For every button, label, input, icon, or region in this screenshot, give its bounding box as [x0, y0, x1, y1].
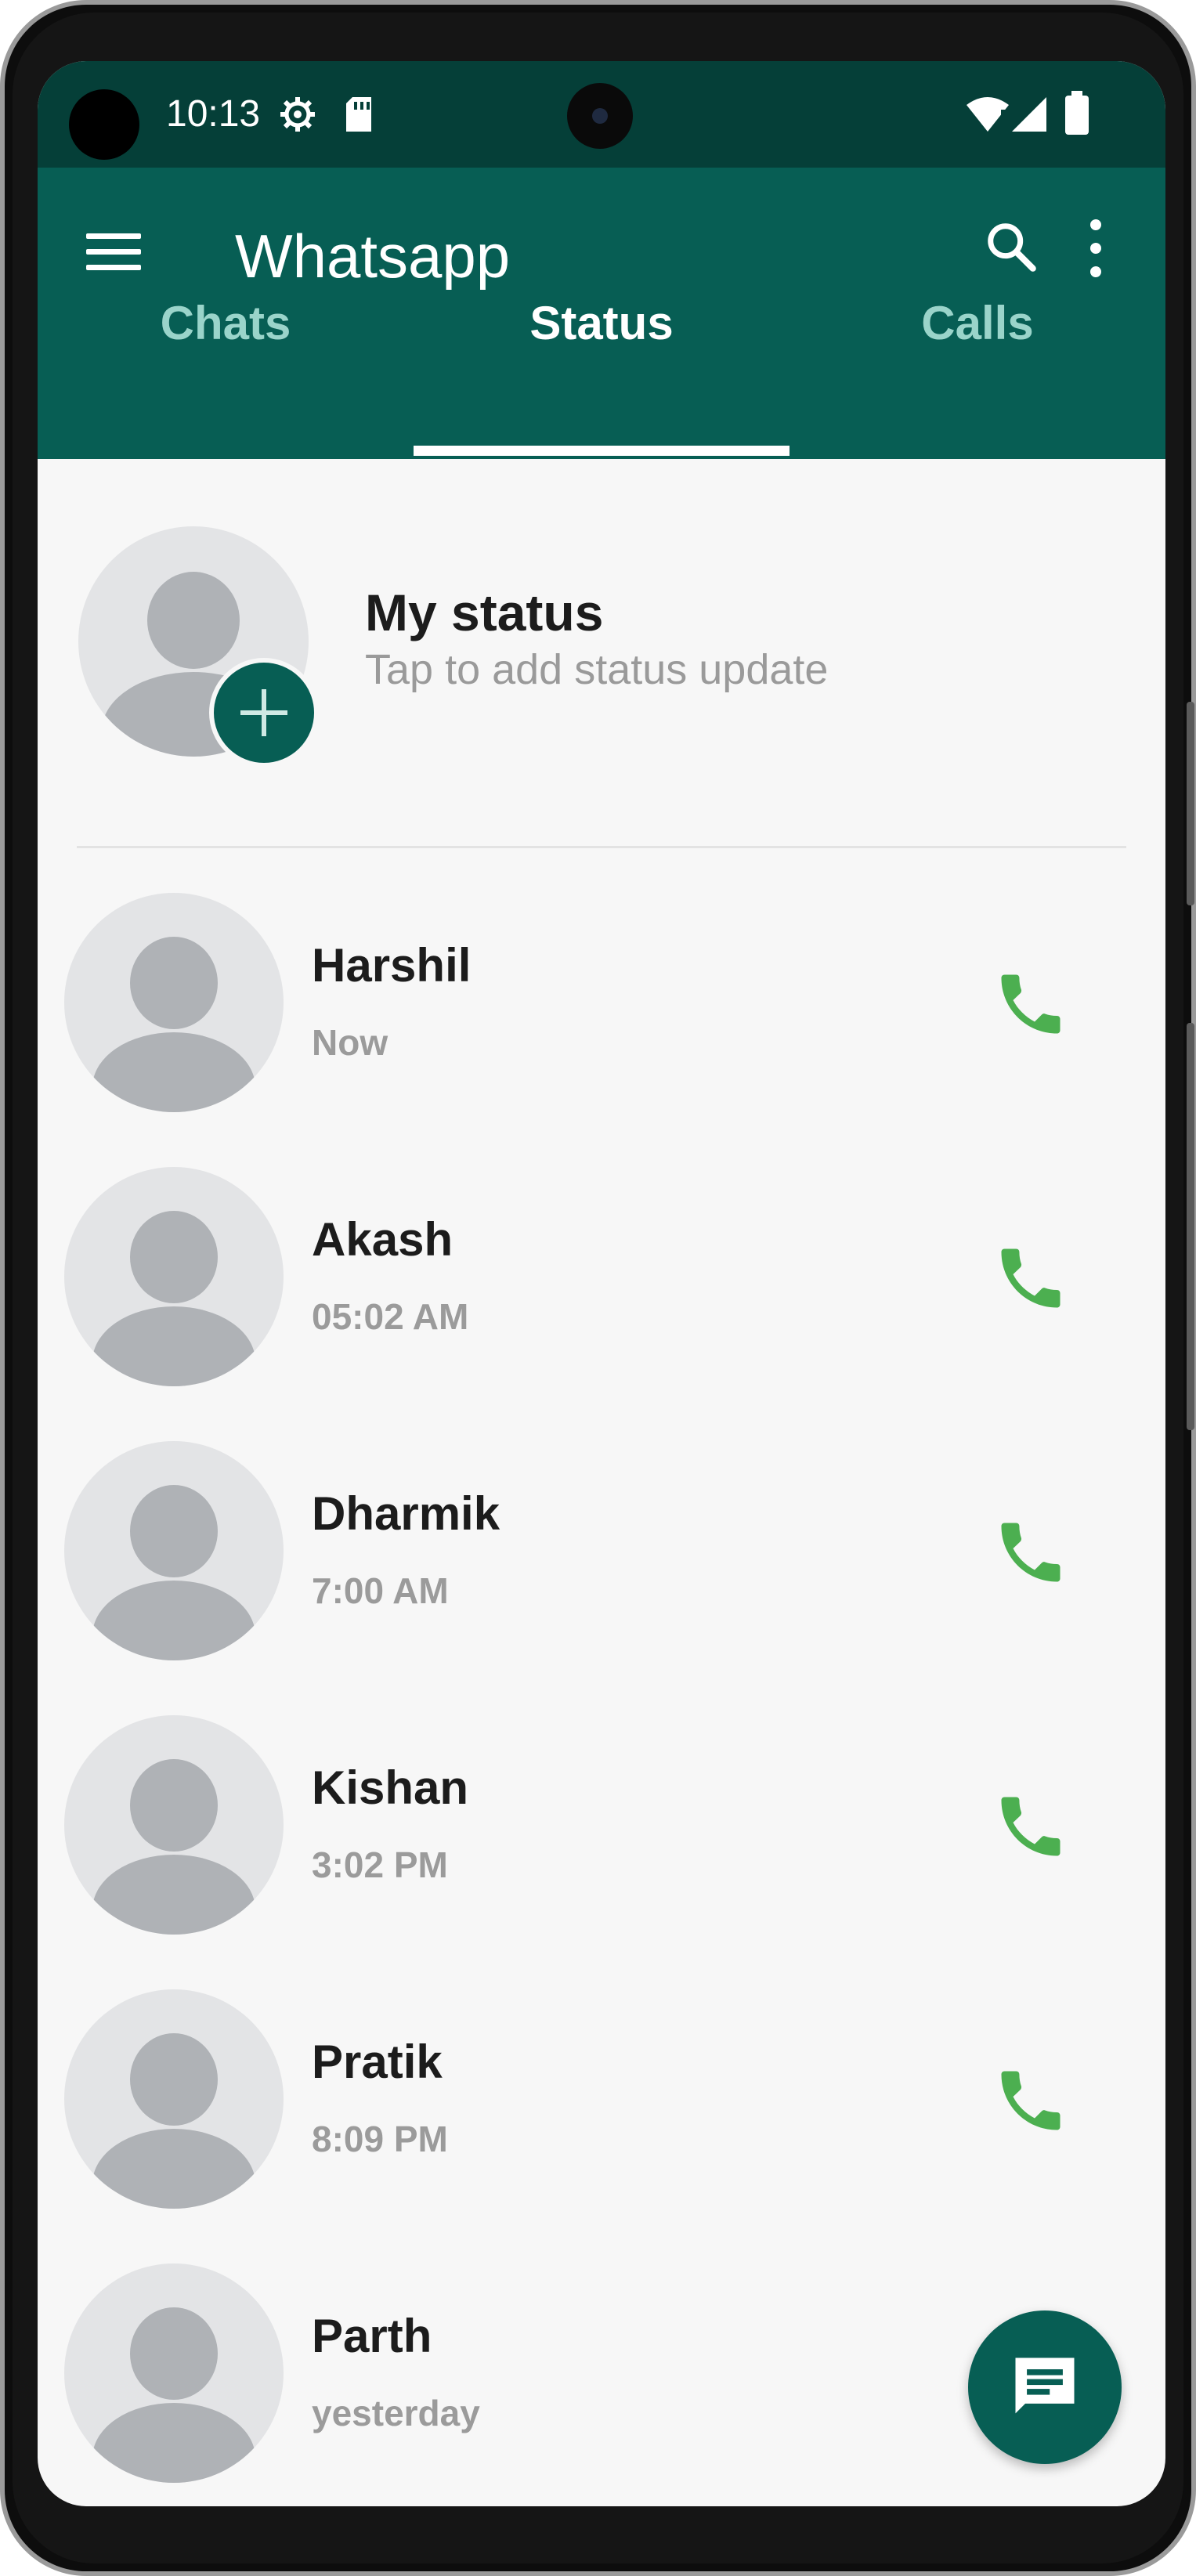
contact-time: 7:00 AM: [312, 1570, 449, 1611]
menu-icon[interactable]: [86, 230, 141, 277]
contact-name: Parth: [312, 2310, 432, 2362]
app-bar: Whatsapp Chats Status Calls: [38, 168, 1165, 459]
contact-time: Now: [312, 1022, 388, 1063]
contact-avatar: [64, 2263, 284, 2483]
phone-icon[interactable]: [992, 2061, 1070, 2140]
my-status-title: My status: [365, 583, 604, 641]
wifi-alert-icon: [967, 97, 1009, 132]
contact-avatar: [64, 1715, 284, 1935]
contact-time: 8:09 PM: [312, 2119, 448, 2159]
sd-card-icon: [346, 97, 371, 132]
list-item[interactable]: Dharmik 7:00 AM: [38, 1441, 1165, 1715]
front-camera: [567, 83, 633, 149]
my-status-subtitle: Tap to add status update: [365, 646, 829, 693]
contact-avatar: [64, 1167, 284, 1386]
contact-avatar: [64, 1441, 284, 1660]
signal-icon: [1012, 97, 1046, 132]
contact-time: 05:02 AM: [312, 1296, 469, 1337]
volume-button: [1187, 1023, 1194, 1430]
tab-calls[interactable]: Calls: [790, 296, 1165, 350]
screen: 10:13 Whatsapp Chats Status Calls My sta…: [38, 61, 1165, 2506]
power-button: [1187, 702, 1194, 905]
list-item[interactable]: Harshil Now: [38, 893, 1165, 1167]
add-status-button[interactable]: [209, 658, 319, 768]
phone-icon[interactable]: [992, 1787, 1070, 1866]
camera-cutout: [69, 89, 139, 160]
list-item[interactable]: Kishan 3:02 PM: [38, 1715, 1165, 1989]
status-time: 10:13: [166, 93, 261, 135]
contact-name: Akash: [312, 1213, 453, 1266]
status-bar: 10:13: [38, 61, 1165, 168]
divider: [77, 846, 1126, 848]
phone-frame: 10:13 Whatsapp Chats Status Calls My sta…: [0, 0, 1196, 2576]
list-item[interactable]: Akash 05:02 AM: [38, 1167, 1165, 1441]
contact-name: Dharmik: [312, 1487, 500, 1540]
search-icon[interactable]: [984, 219, 1039, 274]
contact-name: Pratik: [312, 2036, 443, 2088]
battery-icon: [1065, 91, 1089, 135]
contact-name: Kishan: [312, 1761, 469, 1814]
tab-indicator: [414, 446, 790, 456]
new-chat-button[interactable]: [968, 2310, 1122, 2464]
app-title: Whatsapp: [235, 222, 511, 291]
list-item[interactable]: Pratik 8:09 PM: [38, 1989, 1165, 2263]
contact-name: Harshil: [312, 939, 472, 992]
more-vert-icon[interactable]: [1087, 218, 1103, 280]
phone-icon[interactable]: [992, 1513, 1070, 1591]
phone-icon[interactable]: [992, 965, 1070, 1043]
message-icon: [1015, 2357, 1075, 2414]
contact-time: 3:02 PM: [312, 1844, 448, 1885]
contact-avatar: [64, 893, 284, 1112]
tab-status[interactable]: Status: [414, 296, 790, 350]
contact-avatar: [64, 1989, 284, 2209]
tab-chats[interactable]: Chats: [38, 296, 414, 350]
contact-time: yesterday: [312, 2393, 480, 2433]
settings-icon: [280, 97, 315, 132]
phone-icon[interactable]: [992, 1239, 1070, 1317]
